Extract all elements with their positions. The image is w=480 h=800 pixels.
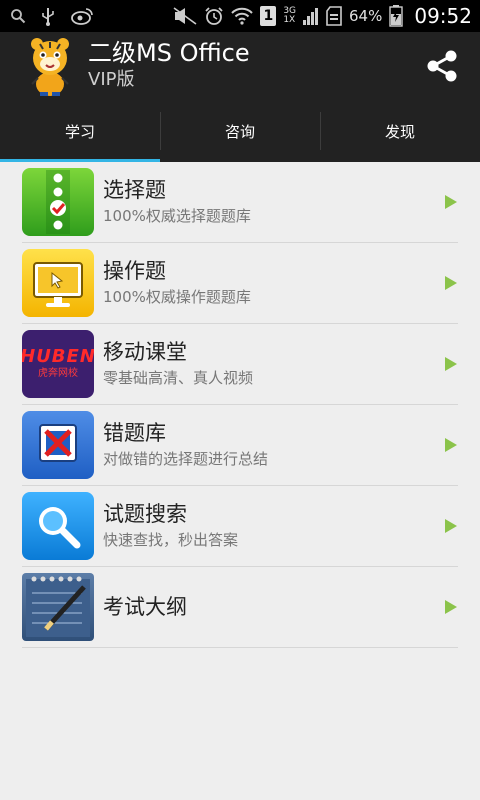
alarm-icon	[204, 6, 224, 26]
monitor-icon	[22, 249, 94, 317]
wifi-icon	[231, 7, 254, 25]
list-item-operation[interactable]: 操作题 100%权威操作题题库	[22, 243, 458, 324]
weibo-icon	[70, 7, 94, 25]
action-bar: 二级MS Office VIP版	[0, 32, 480, 100]
wrong-icon	[22, 411, 94, 479]
item-subtitle: 零基础高清、真人视频	[103, 369, 254, 387]
item-title: 选择题	[103, 178, 166, 202]
share-button[interactable]	[422, 46, 462, 86]
tab-study[interactable]: 学习	[0, 100, 160, 162]
signal-icon	[303, 7, 319, 25]
item-subtitle: 100%权威操作题题库	[103, 288, 251, 306]
huben-logo-text: HUBEN	[22, 346, 94, 367]
usb-icon	[40, 6, 56, 26]
notebook-icon	[22, 573, 94, 641]
tab-bar: 学习 咨询 发现	[0, 100, 480, 162]
item-subtitle: 100%权威选择题题库	[103, 207, 251, 225]
play-arrow-icon	[445, 357, 457, 371]
list-item-syllabus[interactable]: 考试大纲	[22, 567, 458, 648]
choice-icon	[22, 168, 94, 236]
clock: 09:52	[414, 4, 472, 28]
search-icon	[10, 8, 26, 24]
item-subtitle: 对做错的选择题进行总结	[103, 450, 269, 468]
app-subtitle: VIP版	[88, 69, 135, 90]
play-arrow-icon	[445, 195, 457, 209]
battery-percent: 64%	[349, 7, 383, 25]
item-title: 试题搜索	[103, 502, 187, 526]
sdcard-icon	[326, 6, 342, 26]
play-arrow-icon	[445, 438, 457, 452]
share-icon	[427, 50, 457, 82]
tab-consult[interactable]: 咨询	[160, 100, 320, 162]
mute-icon	[173, 7, 197, 25]
item-title: 移动课堂	[103, 340, 187, 364]
play-arrow-icon	[445, 276, 457, 290]
huben-logo: HUBEN 虎奔网校	[22, 330, 94, 398]
search-icon	[22, 492, 94, 560]
list-item-mobile-class[interactable]: HUBEN 虎奔网校 移动课堂 零基础高清、真人视频	[22, 324, 458, 405]
item-title: 操作题	[103, 259, 166, 283]
feature-list: 选择题 100%权威选择题题库 操作题 100%权威操作题题库 HUBEN 虎奔…	[22, 162, 458, 648]
huben-logo-subtext: 虎奔网校	[38, 368, 78, 379]
play-arrow-icon	[445, 519, 457, 533]
sim-icon: 1	[260, 6, 277, 26]
network-type: 3G 1X	[283, 6, 297, 25]
item-subtitle: 快速查找，秒出答案	[103, 531, 239, 549]
item-title: 考试大纲	[103, 595, 187, 619]
tiger-logo	[18, 34, 82, 98]
list-item-choice[interactable]: 选择题 100%权威选择题题库	[22, 162, 458, 243]
list-item-wrong-questions[interactable]: 错题库 对做错的选择题进行总结	[22, 405, 458, 486]
status-bar: 1 3G 1X 64% 09:52	[0, 0, 480, 32]
app-title: 二级MS Office	[88, 39, 250, 67]
battery-icon	[389, 5, 404, 27]
tab-discover[interactable]: 发现	[320, 100, 480, 162]
list-item-search[interactable]: 试题搜索 快速查找，秒出答案	[22, 486, 458, 567]
item-title: 错题库	[103, 421, 166, 445]
play-arrow-icon	[445, 600, 457, 614]
